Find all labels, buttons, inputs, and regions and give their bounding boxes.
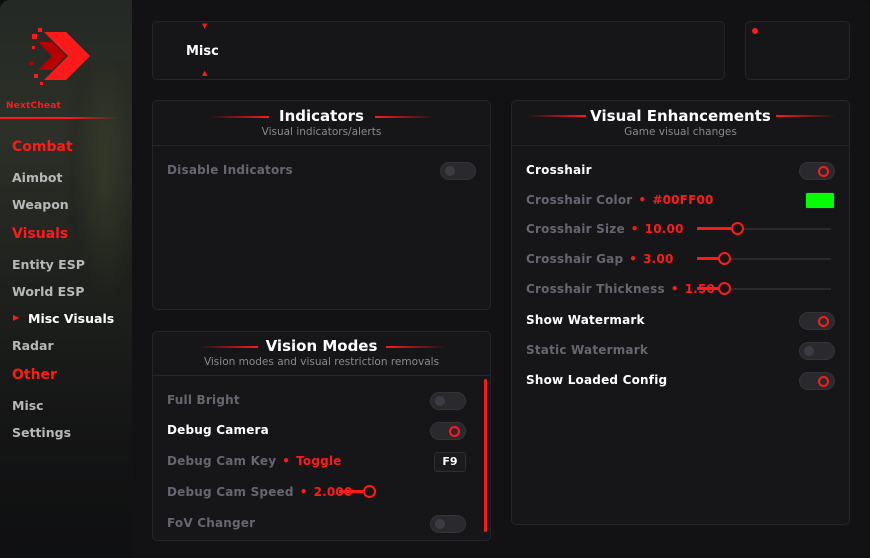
show-loaded-config-toggle[interactable]	[799, 372, 835, 390]
debug-cam-speed-label: Debug Cam Speed	[167, 485, 294, 499]
brand-name: NextCheat	[6, 101, 62, 111]
show-loaded-config-label: Show Loaded Config	[526, 373, 668, 387]
crosshair-gap-row: Crosshair Gap • 3.00	[526, 252, 674, 266]
arrow-up-icon: ▲	[202, 69, 208, 77]
debug-cam-key-bind[interactable]: F9	[434, 452, 466, 472]
slider-thumb[interactable]	[718, 282, 731, 295]
visual-enhancements-panel: Visual Enhancements Game visual changes …	[511, 100, 850, 525]
crosshair-thickness-label: Crosshair Thickness	[526, 282, 665, 296]
debug-cam-speed-row: Debug Cam Speed • 2.000	[167, 485, 353, 499]
disable-indicators-label: Disable Indicators	[167, 163, 293, 177]
crosshair-size-row: Crosshair Size • 10.00	[526, 222, 684, 236]
crosshair-size-value: 10.00	[644, 222, 684, 236]
static-watermark-label: Static Watermark	[526, 343, 649, 357]
sidebar-group-visuals: Visuals	[12, 226, 69, 242]
sidebar-group-other: Other	[12, 367, 57, 383]
crosshair-color-row: Crosshair Color • #00FF00	[526, 193, 714, 207]
status-dot	[752, 28, 758, 34]
crosshair-color-value: #00FF00	[652, 193, 714, 207]
visual-enhancements-subtitle: Game visual changes	[624, 126, 737, 138]
vision-modes-subtitle: Vision modes and visual restriction remo…	[203, 356, 440, 368]
sidebar-item-weapon[interactable]: Weapon	[12, 197, 69, 212]
sidebar: NextCheat Combat Aimbot Weapon Visuals E…	[0, 0, 132, 558]
slider-thumb[interactable]	[718, 252, 731, 265]
debug-camera-toggle[interactable]	[430, 422, 466, 440]
full-bright-toggle[interactable]	[430, 392, 466, 410]
arrow-right-icon: ▶	[13, 313, 20, 322]
crosshair-gap-value: 3.00	[643, 252, 674, 266]
crosshair-thickness-slider[interactable]	[697, 280, 831, 298]
debug-camera-label: Debug Camera	[167, 423, 269, 437]
sidebar-group-combat: Combat	[12, 139, 73, 155]
tab-misc[interactable]: Misc	[186, 44, 219, 59]
crosshair-color-label: Crosshair Color	[526, 193, 633, 207]
disable-indicators-toggle[interactable]	[440, 162, 476, 180]
crosshair-gap-label: Crosshair Gap	[526, 252, 624, 266]
debug-cam-key-row: Debug Cam Key • Toggle	[167, 454, 342, 468]
indicators-panel: Indicators Visual indicators/alerts Disa…	[152, 100, 491, 310]
slider-thumb[interactable]	[363, 485, 376, 498]
sidebar-item-world-esp[interactable]: World ESP	[12, 284, 84, 299]
crosshair-color-swatch[interactable]	[805, 192, 835, 209]
crosshair-gap-slider[interactable]	[697, 250, 831, 268]
crosshair-thickness-row: Crosshair Thickness•1.50	[526, 282, 715, 296]
show-watermark-label: Show Watermark	[526, 313, 645, 327]
debug-cam-key-label: Debug Cam Key	[167, 454, 277, 468]
full-bright-label: Full Bright	[167, 393, 240, 407]
crosshair-size-slider[interactable]	[697, 220, 831, 238]
crosshair-size-label: Crosshair Size	[526, 222, 625, 236]
debug-cam-key-mode[interactable]: Toggle	[296, 454, 341, 468]
sidebar-item-misc[interactable]: Misc	[12, 398, 44, 413]
debug-cam-speed-slider[interactable]	[339, 483, 376, 501]
show-watermark-toggle[interactable]	[799, 312, 835, 330]
fov-changer-toggle[interactable]	[430, 515, 466, 533]
sidebar-item-aimbot[interactable]: Aimbot	[12, 170, 63, 185]
arrow-down-icon: ▼	[202, 22, 208, 30]
static-watermark-toggle[interactable]	[799, 342, 835, 360]
tab-bar: ▼ Misc ▲	[152, 21, 725, 80]
indicators-title: Indicators	[279, 107, 364, 125]
crosshair-label: Crosshair	[526, 163, 592, 177]
sidebar-item-misc-visuals[interactable]: Misc Visuals	[28, 311, 114, 326]
sidebar-item-settings[interactable]: Settings	[12, 425, 71, 440]
crosshair-toggle[interactable]	[799, 162, 835, 180]
vision-modes-scrollbar[interactable]	[484, 379, 487, 532]
fov-changer-label: FoV Changer	[167, 516, 256, 530]
nextcheat-logo-icon	[30, 28, 90, 85]
app-window: NextCheat Combat Aimbot Weapon Visuals E…	[0, 0, 870, 558]
vision-modes-panel: Vision Modes Vision modes and visual res…	[152, 331, 491, 541]
slider-thumb[interactable]	[731, 222, 744, 235]
indicators-subtitle: Visual indicators/alerts	[261, 126, 382, 138]
status-box	[745, 21, 850, 80]
sidebar-item-entity-esp[interactable]: Entity ESP	[12, 257, 85, 272]
sidebar-item-radar[interactable]: Radar	[12, 338, 54, 353]
